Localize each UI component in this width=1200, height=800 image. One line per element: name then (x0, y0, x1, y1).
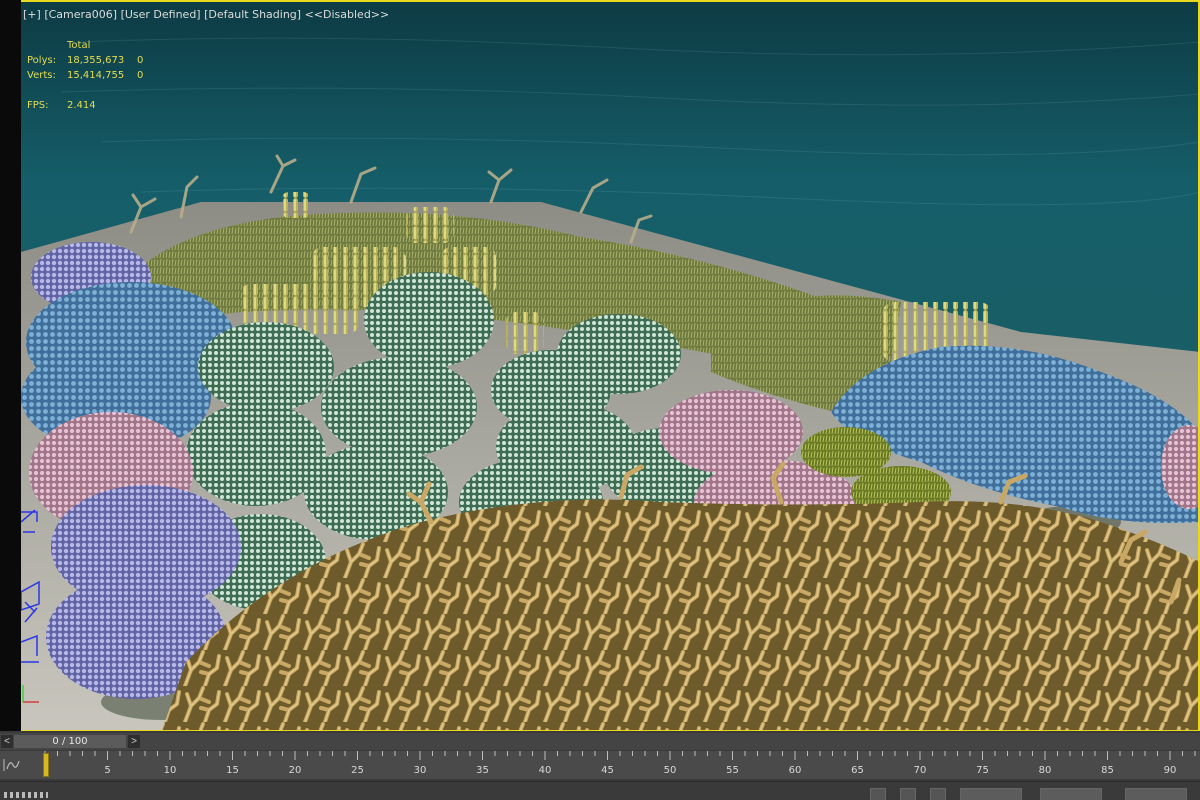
viewport-shading-menu[interactable]: [Default Shading] (204, 8, 301, 21)
viewport-left-strip (0, 0, 21, 731)
ruler-tick-label: 60 (788, 765, 802, 776)
frame-ruler[interactable]: 5 10 15 20 25 30 35 40 45 50 55 60 65 70 75 80 85 90 (40, 751, 1200, 779)
viewport-view-mode-menu[interactable]: [User Defined] (121, 8, 201, 21)
viewport-camera-menu[interactable]: [Camera006] (44, 8, 117, 21)
status-bar (0, 781, 1200, 800)
track-bar[interactable]: 5 10 15 20 25 30 35 40 45 50 55 60 65 70 75 80 85 90 (0, 751, 1200, 779)
ruler-tick-label: 80 (1038, 765, 1052, 776)
current-frame-marker[interactable] (43, 753, 49, 777)
ruler-tick-label: 20 (288, 765, 302, 776)
verts-selected: 0 (137, 70, 144, 81)
lock-selection-icon[interactable] (900, 788, 916, 800)
statistics-overlay: Total Polys: 18,355,673 0 Verts: 15,414,… (27, 38, 157, 113)
active-viewport-frame[interactable]: [+] [Camera006] [User Defined] [Default … (21, 0, 1200, 731)
viewport-plus-menu[interactable]: [+] (23, 8, 41, 21)
curve-editor-icon[interactable] (3, 757, 21, 773)
ruler-tick-label: 25 (351, 765, 364, 776)
viewport-status-menu[interactable]: <<Disabled>> (305, 8, 390, 21)
ruler-tick-label: 90 (1163, 765, 1177, 776)
ruler-tick-label: 35 (476, 765, 489, 776)
ruler-tick-label: 40 (538, 765, 552, 776)
ruler-tick-label: 85 (1101, 765, 1114, 776)
timeline-panel: < 0 / 100 > 5 10 15 20 25 30 35 40 45 50 55 60 65 70 7… (0, 731, 1200, 800)
app-root: [+] [Camera006] [User Defined] [Default … (0, 0, 1200, 800)
ruler-tick-label: 45 (601, 765, 614, 776)
ruler-tick-label: 55 (726, 765, 739, 776)
polys-selected: 0 (137, 55, 144, 66)
ruler-tick-label: 10 (163, 765, 177, 776)
fps-label: FPS: (27, 100, 49, 111)
next-frame-button[interactable]: > (128, 735, 140, 748)
ruler-ticks (44, 751, 1196, 760)
ruler-tick-label: 75 (976, 765, 989, 776)
polys-value: 18,355,673 (67, 55, 125, 66)
time-slider[interactable]: < 0 / 100 > (0, 733, 1200, 750)
ruler-tick-label: 70 (913, 765, 927, 776)
transform-mode-icon[interactable] (930, 788, 946, 800)
status-dots (4, 792, 48, 798)
fps-value: 2.414 (67, 100, 96, 111)
y-coordinate-field[interactable] (1040, 788, 1102, 800)
zoom-extents-icon[interactable] (870, 788, 886, 800)
x-coordinate-field[interactable] (960, 788, 1022, 800)
viewport-label-menu[interactable]: [+] [Camera006] [User Defined] [Default … (23, 8, 389, 21)
polys-label: Polys: (27, 55, 57, 66)
ruler-tick-label: 50 (663, 765, 677, 776)
verts-label: Verts: (27, 70, 56, 81)
verts-value: 15,414,755 (67, 70, 125, 81)
stats-header: Total (67, 40, 91, 51)
ruler-tick-label: 30 (413, 765, 427, 776)
ruler-tick-label: 15 (226, 765, 239, 776)
time-slider-thumb[interactable]: 0 / 100 (14, 735, 126, 748)
scene-render[interactable] (21, 2, 1200, 731)
ruler-tick-label: 5 (104, 765, 111, 776)
previous-frame-button[interactable]: < (1, 735, 13, 748)
z-coordinate-field[interactable] (1125, 788, 1187, 800)
viewport[interactable]: [+] [Camera006] [User Defined] [Default … (0, 0, 1200, 731)
ruler-tick-label: 65 (851, 765, 864, 776)
